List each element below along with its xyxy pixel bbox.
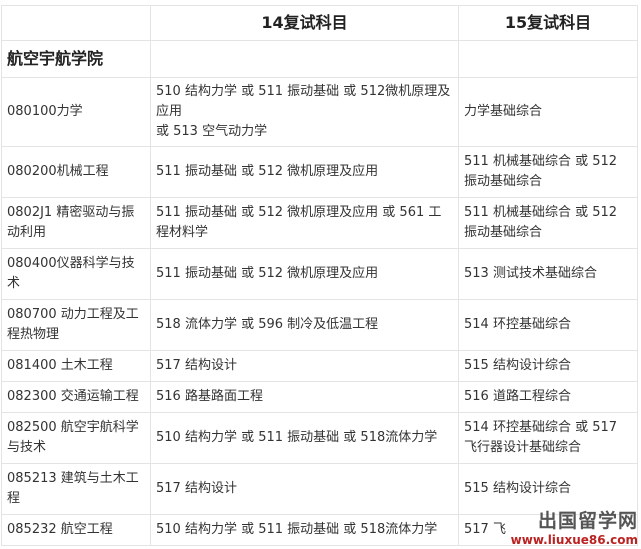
major-cell: 085213 建筑与土木工程 — [1, 463, 151, 515]
subjects-2014-cell: 517 结构设计 — [150, 350, 459, 382]
major-cell: 081400 土木工程 — [1, 350, 151, 382]
table-row: 082300 交通运输工程 516 路基路面工程 516 道路工程综合 — [1, 381, 638, 413]
table-row: 081400 土木工程 517 结构设计 515 结构设计综合 — [1, 350, 638, 382]
table-row: 085213 建筑与土木工程 517 结构设计 515 结构设计综合 — [1, 463, 638, 515]
subjects-2014-cell: 511 振动基础 或 512 微机原理及应用 或 561 工程材料学 — [150, 197, 459, 249]
subjects-2015-cell: 511 机械基础综合 或 512 振动基础综合 — [458, 146, 638, 198]
header-2014-subjects: 14复试科目 — [150, 5, 459, 41]
subjects-2015-cell: 力学基础综合 — [458, 77, 638, 147]
subjects-2014-cell: 516 路基路面工程 — [150, 381, 459, 413]
subjects-2014-cell: 510 结构力学 或 511 振动基础 或 518流体力学 — [150, 514, 459, 546]
header-col1 — [1, 5, 151, 41]
major-cell: 082300 交通运输工程 — [1, 381, 151, 413]
section-title: 航空宇航学院 — [1, 40, 151, 78]
subjects-2015-cell: 514 环控基础综合 或 517 飞行器设计基础综合 — [458, 412, 638, 464]
section-empty-cell — [458, 40, 638, 78]
subjects-2015-cell: 517 飞 — [458, 514, 638, 546]
major-cell: 0802J1 精密驱动与振动利用 — [1, 197, 151, 249]
exam-subjects-table: 14复试科目 15复试科目 航空宇航学院 080100力学 510 结构力学 或 … — [1, 5, 638, 546]
subjects-2015-cell: 514 环控基础综合 — [458, 299, 638, 351]
subjects-2014-cell: 510 结构力学 或 511 振动基础 或 512微机原理及应用 或 513 空… — [150, 77, 459, 147]
table-row: 080100力学 510 结构力学 或 511 振动基础 或 512微机原理及应用… — [1, 77, 638, 147]
subjects-2014-cell: 511 振动基础 或 512 微机原理及应用 — [150, 248, 459, 300]
subjects-2015-cell: 515 结构设计综合 — [458, 350, 638, 382]
major-cell: 080400仪器科学与技术 — [1, 248, 151, 300]
header-row: 14复试科目 15复试科目 — [1, 5, 638, 41]
header-2015-subjects: 15复试科目 — [458, 5, 638, 41]
subjects-2015-cell: 516 道路工程综合 — [458, 381, 638, 413]
section-row: 航空宇航学院 — [1, 40, 638, 78]
major-cell: 080700 动力工程及工程热物理 — [1, 299, 151, 351]
subjects-2014-cell: 517 结构设计 — [150, 463, 459, 515]
subjects-2014-cell: 510 结构力学 或 511 振动基础 或 518流体力学 — [150, 412, 459, 464]
table-row: 0802J1 精密驱动与振动利用 511 振动基础 或 512 微机原理及应用 或… — [1, 197, 638, 249]
table-row: 080700 动力工程及工程热物理 518 流体力学 或 596 制冷及低温工程 5… — [1, 299, 638, 351]
subjects-2015-cell: 511 机械基础综合 或 512 振动基础综合 — [458, 197, 638, 249]
major-cell: 080200机械工程 — [1, 146, 151, 198]
major-cell: 080100力学 — [1, 77, 151, 147]
section-empty-cell — [150, 40, 459, 78]
table-row: 085232 航空工程 510 结构力学 或 511 振动基础 或 518流体力学… — [1, 514, 638, 546]
major-cell: 082500 航空宇航科学与技术 — [1, 412, 151, 464]
table-row: 082500 航空宇航科学与技术 510 结构力学 或 511 振动基础 或 51… — [1, 412, 638, 464]
subjects-2014-cell: 518 流体力学 或 596 制冷及低温工程 — [150, 299, 459, 351]
subjects-2014-cell: 511 振动基础 或 512 微机原理及应用 — [150, 146, 459, 198]
major-cell: 085232 航空工程 — [1, 514, 151, 546]
table-row: 080200机械工程 511 振动基础 或 512 微机原理及应用 511 机械基础… — [1, 146, 638, 198]
table-row: 080400仪器科学与技术 511 振动基础 或 512 微机原理及应用 513 测… — [1, 248, 638, 300]
subjects-2015-cell: 515 结构设计综合 — [458, 463, 638, 515]
subjects-2015-cell: 513 测试技术基础综合 — [458, 248, 638, 300]
